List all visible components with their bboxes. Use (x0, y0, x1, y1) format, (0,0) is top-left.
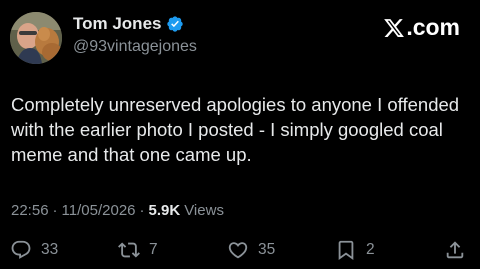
action-bar: 33 7 35 2 (0, 236, 480, 264)
author-handle[interactable]: @93vintagejones (73, 38, 197, 56)
brand-label: .com (406, 14, 460, 40)
repost-count: 7 (149, 241, 158, 258)
share-icon (446, 241, 464, 259)
reply-count: 33 (41, 241, 59, 258)
avatar[interactable] (10, 12, 62, 64)
like-count: 35 (258, 241, 276, 258)
reply-icon (11, 240, 31, 259)
tweet-time[interactable]: 22:56 (11, 202, 49, 219)
bookmark-button[interactable]: 2 (335, 236, 375, 264)
brand-watermark: .com (383, 14, 460, 41)
bookmark-count: 2 (366, 241, 375, 258)
bookmark-icon (338, 240, 354, 261)
heart-icon (228, 242, 248, 259)
meta-separator: · (52, 202, 58, 219)
views-label: Views (184, 202, 224, 219)
repost-icon (118, 242, 140, 258)
tweet-meta: 22:56 · 11/05/2026 · 5.9K Views (11, 202, 224, 219)
share-button[interactable] (444, 236, 466, 264)
author-display-name[interactable]: Tom Jones (73, 14, 161, 34)
reply-button[interactable]: 33 (10, 236, 58, 264)
profile-photo (10, 12, 62, 64)
meta-separator: · (139, 202, 145, 219)
tweet-date[interactable]: 11/05/2026 (62, 202, 136, 219)
x-logo-icon (384, 18, 405, 37)
like-button[interactable]: 35 (227, 236, 275, 264)
verified-badge-icon (167, 16, 184, 32)
tweet-text: Completely unreserved apologies to anyon… (11, 94, 460, 165)
repost-button[interactable]: 7 (118, 236, 158, 264)
views-count: 5.9K (148, 202, 181, 219)
author-name-row[interactable]: Tom Jones (73, 14, 184, 34)
